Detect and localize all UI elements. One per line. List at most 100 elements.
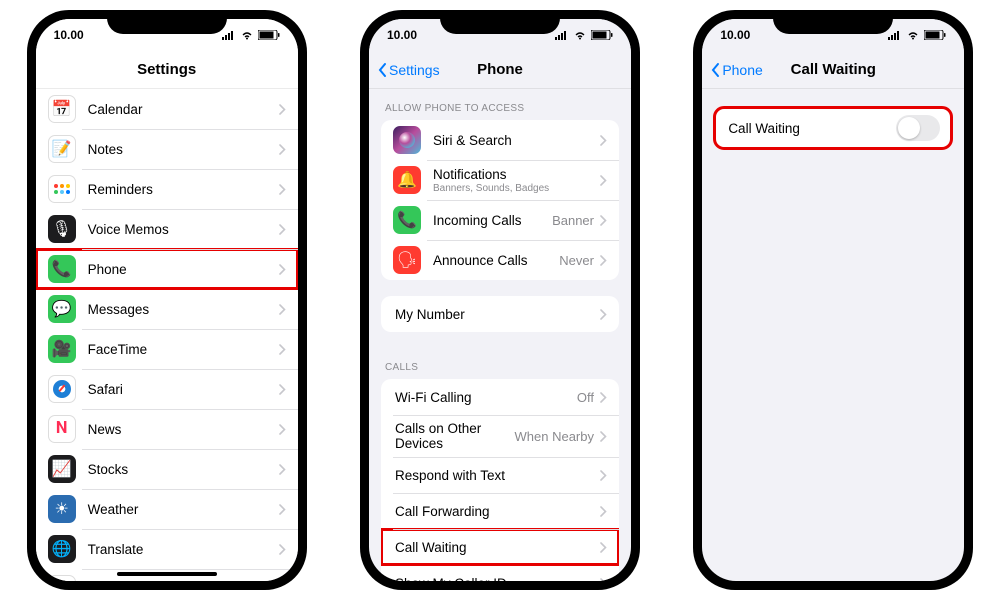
chevron-right-icon [600,470,607,481]
chevron-right-icon [600,175,607,186]
row-notifications[interactable]: 🔔 NotificationsBanners, Sounds, Badges [381,160,619,200]
chevron-right-icon [279,504,286,515]
row-detail: When Nearby [515,429,594,444]
row-reminders[interactable]: Reminders [36,169,298,209]
row-label: Show My Caller ID [395,576,600,582]
row-label: Calendar [88,102,279,117]
row-incoming-calls[interactable]: 📞 Incoming Calls Banner [381,200,619,240]
siri-search-icon [393,126,421,154]
nav-bar: Settings Phone [369,51,631,89]
row-translate[interactable]: 🌐 Translate [36,529,298,569]
chevron-right-icon [279,544,286,555]
safari-icon [48,375,76,403]
row-notes[interactable]: 📝 Notes [36,129,298,169]
notes-icon: 📝 [48,135,76,163]
phone-frame-call-waiting: 10.00 Phone Call Waiting Call Waiting [693,10,973,590]
phone-frame-settings: 10.00 Settings 📅 Calendar 📝 Notes Remind… [27,10,307,590]
row-detail: Off [577,390,594,405]
row-call-forwarding[interactable]: Call Forwarding [381,493,619,529]
row-label: FaceTime [88,342,279,357]
cellular-signal-icon [888,30,902,40]
weather-icon: ☀ [48,495,76,523]
chevron-right-icon [279,304,286,315]
chevron-right-icon [279,264,286,275]
notch [440,10,560,34]
chevron-left-icon [377,62,387,78]
row-announce-calls[interactable]: 🗣 Announce Calls Never [381,240,619,280]
notifications-icon: 🔔 [393,166,421,194]
row-voice-memos[interactable]: 🎙 Voice Memos [36,209,298,249]
facetime-icon: 🎥 [48,335,76,363]
chevron-left-icon [710,62,720,78]
battery-icon [258,30,280,40]
row-weather[interactable]: ☀ Weather [36,489,298,529]
status-time: 10.00 [720,28,750,42]
chevron-right-icon [279,464,286,475]
messages-icon: 💬 [48,295,76,323]
row-stocks[interactable]: 📈 Stocks [36,449,298,489]
chevron-right-icon [600,578,607,582]
chevron-right-icon [600,255,607,266]
row-label: Incoming Calls [433,213,552,228]
wifi-icon [906,30,920,40]
battery-icon [591,30,613,40]
call-waiting-content: Call Waiting [702,89,964,581]
row-label: Announce Calls [433,253,559,268]
row-label: Phone [88,262,279,277]
wifi-icon [573,30,587,40]
row-label: Voice Memos [88,222,279,237]
back-label: Settings [389,62,440,78]
reminders-icon [48,175,76,203]
announce-calls-icon: 🗣 [393,246,421,274]
row-label: Safari [88,382,279,397]
row-respond-with-text[interactable]: Respond with Text [381,457,619,493]
row-label: Call Forwarding [395,504,600,519]
row-label: Call Waiting [728,121,896,136]
chevron-right-icon [600,506,607,517]
section-header-calls: CALLS [369,348,631,379]
row-call-waiting[interactable]: Call Waiting [381,529,619,565]
row-my-number[interactable]: My Number [381,296,619,332]
call-waiting-toggle-row[interactable]: Call Waiting [714,107,952,149]
settings-list[interactable]: 📅 Calendar 📝 Notes Reminders 🎙 Voice Mem… [36,89,298,581]
row-news[interactable]: 𝐍 News [36,409,298,449]
phone-icon: 📞 [48,255,76,283]
nav-bar: Phone Call Waiting [702,51,964,89]
chevron-right-icon [279,104,286,115]
voice-memos-icon: 🎙 [48,215,76,243]
row-label: Notes [88,142,279,157]
section-header-access: ALLOW PHONE TO ACCESS [369,89,631,120]
chevron-right-icon [279,384,286,395]
row-label: Siri & Search [433,133,600,148]
home-indicator[interactable] [117,572,217,576]
chevron-right-icon [279,424,286,435]
back-button[interactable]: Settings [377,62,440,78]
row-detail: Banner [552,213,594,228]
phone-settings-list[interactable]: ALLOW PHONE TO ACCESS Siri & Search 🔔 No… [369,89,631,581]
nav-title: Settings [137,61,196,78]
row-wifi-calling[interactable]: Wi-Fi Calling Off [381,379,619,415]
chevron-right-icon [600,135,607,146]
row-label: News [88,422,279,437]
row-label: Notifications [433,167,600,182]
row-detail: Never [559,253,594,268]
back-button[interactable]: Phone [710,62,762,78]
status-time: 10.00 [387,28,417,42]
row-label: Translate [88,542,279,557]
row-phone[interactable]: 📞 Phone [36,249,298,289]
row-calendar[interactable]: 📅 Calendar [36,89,298,129]
row-label: Calls on Other Devices [395,421,515,451]
row-facetime[interactable]: 🎥 FaceTime [36,329,298,369]
row-label: Respond with Text [395,468,600,483]
row-safari[interactable]: Safari [36,369,298,409]
row-show-caller-id[interactable]: Show My Caller ID [381,565,619,581]
nav-bar: Settings [36,51,298,89]
chevron-right-icon [600,392,607,403]
status-time: 10.00 [54,28,84,42]
row-siri-search[interactable]: Siri & Search [381,120,619,160]
row-calls-other-devices[interactable]: Calls on Other Devices When Nearby [381,415,619,457]
notch [107,10,227,34]
news-icon: 𝐍 [48,415,76,443]
row-messages[interactable]: 💬 Messages [36,289,298,329]
call-waiting-toggle[interactable] [896,115,940,141]
